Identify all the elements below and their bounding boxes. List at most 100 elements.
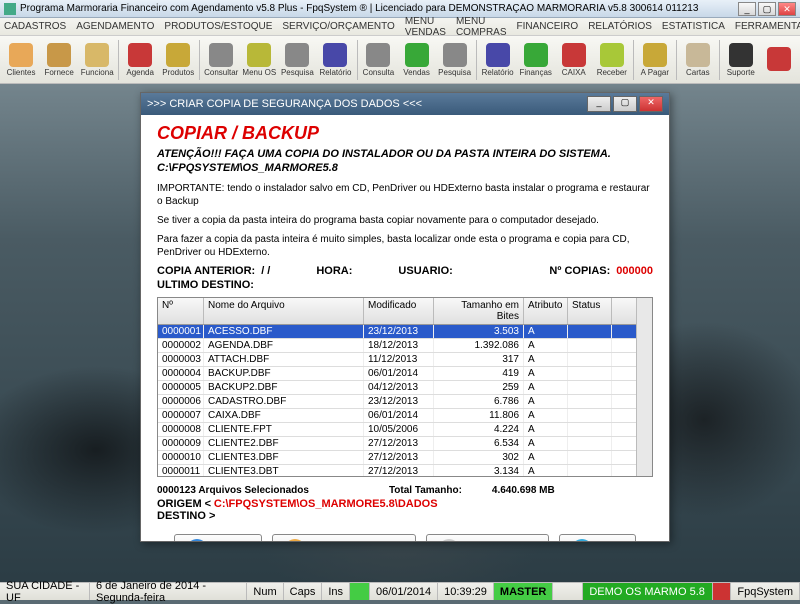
menu-ferramentas[interactable]: FERRAMENTAS [735,21,800,32]
status-master: MASTER [494,583,553,600]
ultimo-destino-label: ULTIMO DESTINO: [157,279,254,291]
col-num[interactable]: Nº [158,298,204,324]
caixa-icon [562,43,586,67]
grid-body[interactable]: 0000001ACESSO.DBF23/12/20133.503A0000002… [158,325,636,476]
table-row[interactable]: 0000007CAIXA.DBF06/01/201411.806A [158,409,636,423]
toolbar-label: Consultar [204,68,238,77]
status-spacer [553,583,583,600]
receber-icon [600,43,624,67]
menu-cadastros[interactable]: CADASTROS [4,21,66,32]
produtos-icon [166,43,190,67]
menu-vendas[interactable]: MENU VENDAS [405,16,446,38]
app-icon [4,3,16,15]
table-row[interactable]: 0000001ACESSO.DBF23/12/20133.503A [158,325,636,339]
toolbar-label: Produtos [162,68,194,77]
status-num: Num [247,583,283,600]
toolbar-clientes[interactable]: Clientes [2,38,40,82]
cartas-icon [686,43,710,67]
destino-label: DESTINO > [157,510,215,522]
toolbar-finanças[interactable]: Finanças [517,38,555,82]
status-red-icon [713,583,731,600]
iniciar-button[interactable]: Iniciar a Copia [426,534,548,541]
menu-produtos[interactable]: PRODUTOS/ESTOQUE [164,21,272,32]
toolbar-relatório[interactable]: Relatório [479,38,517,82]
statusbar: SUA CIDADE - UF 6 de Janeiro de 2014 - S… [0,582,800,600]
ajuda-button[interactable]: AJUDA [174,534,262,541]
status-city: SUA CIDADE - UF [0,583,90,600]
toolbar-consultar[interactable]: Consultar [202,38,240,82]
sair-button[interactable]: SAIR [559,534,637,541]
minimize-button[interactable]: _ [738,2,756,16]
relatório-icon [323,43,347,67]
exit-icon [767,47,791,71]
table-row[interactable]: 0000002AGENDA.DBF18/12/20131.392.086A [158,339,636,353]
table-row[interactable]: 0000008CLIENTE.FPT10/05/20064.224A [158,423,636,437]
toolbar-a pagar[interactable]: A Pagar [636,38,674,82]
toolbar-vendas[interactable]: Vendas [398,38,436,82]
toolbar-label: Pesquisa [281,68,314,77]
app-titlebar: Programa Marmoraria Financeiro com Agend… [0,0,800,18]
toolbar-consulta[interactable]: Consulta [359,38,397,82]
toolbar-label: CAIXA [562,68,586,77]
status-fpq: FpqSystem [731,583,800,600]
col-nome[interactable]: Nome do Arquivo [204,298,364,324]
hora-label: HORA: [316,265,352,277]
toolbar-agenda[interactable]: Agenda [121,38,159,82]
local-button[interactable]: Local para a Copia [272,534,416,541]
relatório-icon [486,43,510,67]
status-ins: Ins [322,583,350,600]
total-value: 4.640.698 MB [492,485,555,496]
toolbar-pesquisa[interactable]: Pesquisa [278,38,316,82]
toolbar-funciona[interactable]: Funciona [78,38,116,82]
dialog-maximize-button[interactable]: ▢ [613,96,637,112]
toolbar-label: Receber [597,68,627,77]
dialog-close-button[interactable]: ✕ [639,96,663,112]
table-row[interactable]: 0000004BACKUP.DBF06/01/2014419A [158,367,636,381]
menu-estatistica[interactable]: ESTATISTICA [662,21,725,32]
table-row[interactable]: 0000003ATTACH.DBF11/12/2013317A [158,353,636,367]
table-row[interactable]: 0000011CLIENTE3.DBT27/12/20133.134A [158,465,636,476]
col-status[interactable]: Status [568,298,612,324]
fornece-icon [47,43,71,67]
col-atributo[interactable]: Atributo [524,298,568,324]
col-tamanho[interactable]: Tamanho em Bites [434,298,524,324]
toolbar-produtos[interactable]: Produtos [159,38,197,82]
dialog-minimize-button[interactable]: _ [587,96,611,112]
menu-servico[interactable]: SERVIÇO/ORÇAMENTO [282,21,394,32]
toolbar-menu os[interactable]: Menu OS [240,38,278,82]
toolbar-label: A Pagar [641,68,669,77]
install-path: C:\FPQSYSTEM\OS_MARMORE5.8 [157,162,653,174]
table-row[interactable]: 0000009CLIENTE2.DBF27/12/20136.534A [158,437,636,451]
toolbar-exit[interactable] [760,38,798,82]
table-row[interactable]: 0000010CLIENTE3.DBF27/12/2013302A [158,451,636,465]
selected-count: 0000123 Arquivos Selecionados [157,485,309,496]
table-row[interactable]: 0000005BACKUP2.DBF04/12/2013259A [158,381,636,395]
maximize-button[interactable]: ▢ [758,2,776,16]
toolbar-label: Cartas [686,68,710,77]
dialog-heading: COPIAR / BACKUP [157,123,653,144]
toolbar-cartas[interactable]: Cartas [679,38,717,82]
consultar-icon [209,43,233,67]
menu-compras[interactable]: MENU COMPRAS [456,16,507,38]
col-modificado[interactable]: Modificado [364,298,434,324]
toolbar-relatório[interactable]: Relatório [316,38,354,82]
note-2: Se tiver a copia da pasta inteira do pro… [157,214,653,227]
vendas-icon [405,43,429,67]
menu-financeiro[interactable]: FINANCEIRO [517,21,579,32]
file-grid[interactable]: Nº Nome do Arquivo Modificado Tamanho em… [157,297,653,477]
toolbar-suporte[interactable]: Suporte [722,38,760,82]
menu-relatorios[interactable]: RELATÓRIOS [588,21,652,32]
grid-scrollbar[interactable] [636,298,652,476]
note-3: Para fazer a copia da pasta inteira é mu… [157,233,653,259]
dialog-warning: ATENÇÃO!!! FAÇA UMA COPIA DO INSTALADOR … [157,148,653,160]
close-button[interactable]: ✕ [778,2,796,16]
toolbar-receber[interactable]: Receber [593,38,631,82]
toolbar-pesquisa[interactable]: Pesquisa [436,38,474,82]
backup-dialog: >>> CRIAR COPIA DE SEGURANÇA DOS DADOS <… [140,92,670,542]
toolbar-fornece[interactable]: Fornece [40,38,78,82]
table-row[interactable]: 0000006CADASTRO.DBF23/12/20136.786A [158,395,636,409]
toolbar-caixa[interactable]: CAIXA [555,38,593,82]
menu-agendamento[interactable]: AGENDAMENTO [76,21,154,32]
dialog-titlebar[interactable]: >>> CRIAR COPIA DE SEGURANÇA DOS DADOS <… [141,93,669,115]
toolbar-label: Vendas [403,68,430,77]
